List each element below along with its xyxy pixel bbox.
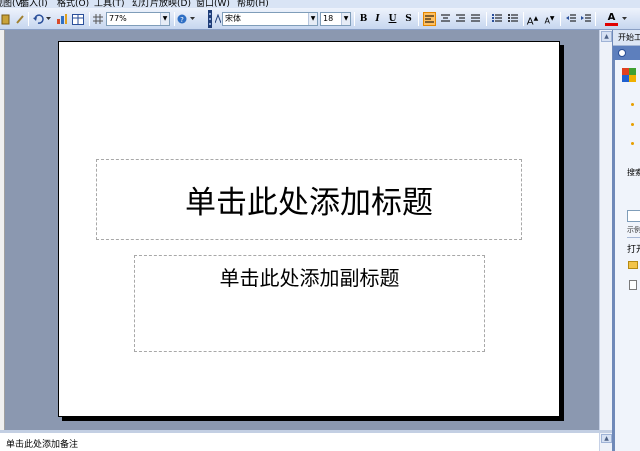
- toolbar-separator: [28, 12, 29, 26]
- menu-insert[interactable]: 插入(I): [20, 0, 48, 8]
- open-section-label: 打开: [627, 245, 640, 255]
- increase-indent-button[interactable]: [579, 12, 592, 26]
- bullet-icon: [631, 123, 634, 126]
- menu-bar: 视图(V) 插入(I) 格式(O) 工具(T) 幻灯片放映(D) 窗口(W) 帮…: [0, 0, 640, 8]
- menu-slideshow[interactable]: 幻灯片放映(D): [132, 0, 191, 8]
- numbered-list-button[interactable]: [490, 12, 503, 26]
- distribute-button[interactable]: [469, 12, 482, 26]
- format-painter-icon[interactable]: [14, 11, 26, 27]
- scroll-up-icon[interactable]: ▲: [601, 434, 612, 443]
- grid-icon[interactable]: [92, 11, 104, 27]
- notes-placeholder: 单击此处添加备注: [6, 440, 79, 450]
- folder-icon[interactable]: [628, 261, 638, 269]
- insert-table-icon[interactable]: [71, 11, 85, 27]
- search-hint: 示例: [627, 226, 640, 234]
- font-name-combo[interactable]: 宋体 ▼: [222, 12, 318, 26]
- shadow-button[interactable]: S: [402, 12, 415, 26]
- chevron-down-icon[interactable]: ▼: [308, 13, 317, 25]
- toolbar-separator: [486, 12, 487, 26]
- title-placeholder-text: 单击此处添加标题: [185, 185, 433, 221]
- office-logo-icon: [622, 68, 636, 82]
- slide-vertical-scrollbar[interactable]: ▲: [599, 30, 612, 430]
- formatting-toolbar: 77% ▼ ? 宋体 ▼ 18 ▼ B I U S A▲ A▼ A: [0, 8, 640, 30]
- font-color-button[interactable]: A: [605, 12, 618, 26]
- toolbar-separator: [560, 12, 561, 26]
- italic-button[interactable]: I: [371, 12, 384, 26]
- toolbar-separator: [523, 12, 524, 26]
- notes-pane[interactable]: 单击此处添加备注 ▲: [0, 430, 612, 451]
- undo-icon[interactable]: [31, 11, 45, 27]
- zoom-combo[interactable]: 77% ▼: [106, 12, 170, 26]
- task-pane: 开始工作 搜索 示例 打开: [612, 30, 640, 451]
- underline-button[interactable]: U: [386, 12, 399, 26]
- grow-font-label: A: [526, 16, 534, 28]
- search-input[interactable]: [627, 210, 640, 222]
- insert-chart-icon[interactable]: [55, 11, 69, 27]
- shrink-font-button[interactable]: A▼: [543, 12, 556, 26]
- bullet-list-button[interactable]: [506, 12, 519, 26]
- toolbar-separator: [174, 12, 175, 26]
- paste-icon[interactable]: [0, 11, 10, 27]
- bullet-icon: [631, 142, 634, 145]
- chevron-down-icon[interactable]: ▼: [160, 13, 169, 25]
- toolbar-separator: [418, 12, 419, 26]
- toolbar-grip-icon[interactable]: [206, 10, 214, 28]
- svg-text:?: ?: [180, 16, 184, 24]
- options-dropdown-icon[interactable]: [189, 11, 195, 27]
- back-icon[interactable]: [618, 49, 626, 57]
- search-label: 搜索: [627, 168, 640, 177]
- notes-scrollbar[interactable]: ▲: [599, 433, 612, 451]
- zoom-value: 77%: [109, 14, 127, 23]
- menu-format[interactable]: 格式(O): [57, 0, 89, 8]
- font-size-combo[interactable]: 18 ▼: [320, 12, 351, 26]
- menu-tools[interactable]: 工具(T): [94, 0, 125, 8]
- bold-button[interactable]: B: [357, 12, 370, 26]
- toolbar-separator: [89, 12, 90, 26]
- slide-canvas[interactable]: 单击此处添加标题 单击此处添加副标题: [58, 41, 560, 417]
- help-icon[interactable]: ?: [176, 11, 188, 27]
- divider: [627, 237, 640, 238]
- chevron-down-icon[interactable]: ▼: [341, 13, 350, 25]
- outline-pane-edge[interactable]: [0, 30, 5, 430]
- align-right-button[interactable]: [454, 12, 467, 26]
- title-placeholder[interactable]: 单击此处添加标题: [96, 159, 522, 240]
- align-center-button[interactable]: [439, 12, 452, 26]
- subtitle-placeholder-text: 单击此处添加副标题: [219, 266, 400, 290]
- scroll-up-icon[interactable]: ▲: [601, 31, 612, 42]
- decrease-indent-button[interactable]: [564, 12, 577, 26]
- task-pane-title[interactable]: 开始工作: [613, 30, 640, 46]
- toolbar-separator: [354, 12, 355, 26]
- menu-help[interactable]: 帮助(H): [237, 0, 269, 8]
- menu-window[interactable]: 窗口(W): [196, 0, 230, 8]
- undo-dropdown-icon[interactable]: [45, 11, 51, 27]
- subtitle-placeholder[interactable]: 单击此处添加副标题: [134, 255, 485, 352]
- align-left-button[interactable]: [423, 12, 436, 26]
- font-size-value: 18: [323, 14, 334, 23]
- font-icon: [214, 11, 222, 27]
- new-document-icon[interactable]: [629, 280, 637, 290]
- grow-font-button[interactable]: A▲: [526, 12, 539, 28]
- task-pane-border: [613, 46, 615, 451]
- font-color-dropdown-icon[interactable]: [620, 11, 628, 27]
- font-name-value: 宋体: [225, 14, 241, 23]
- task-pane-nav: [613, 46, 640, 60]
- toolbar-separator: [595, 12, 596, 26]
- bullet-icon: [631, 103, 634, 106]
